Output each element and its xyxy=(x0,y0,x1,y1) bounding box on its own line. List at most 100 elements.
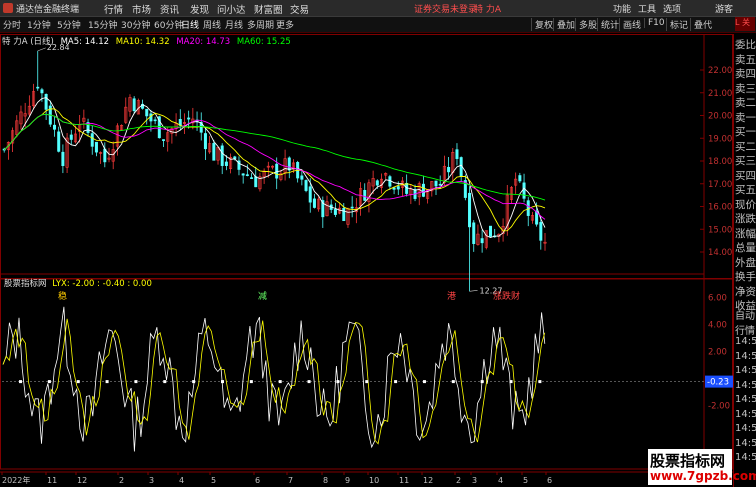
main-panel-frame xyxy=(0,34,733,279)
event-marker: 港 xyxy=(447,290,456,302)
menu-caifuquan[interactable]: 财富圈 xyxy=(254,2,283,16)
candle-body xyxy=(350,206,354,209)
period-15min[interactable]: 15分钟 xyxy=(88,18,117,31)
menu-faxian[interactable]: 发现 xyxy=(190,2,209,16)
zero-dot xyxy=(249,380,253,384)
price-axis-label: 14.00 xyxy=(708,248,732,258)
date-axis-label: 9 xyxy=(345,476,350,485)
period-more[interactable]: 更多 xyxy=(276,18,294,31)
tick-time-label: 行情 xyxy=(735,325,755,337)
candle-body xyxy=(468,192,472,228)
menu-zixun[interactable]: 资讯 xyxy=(160,2,179,16)
period-5min[interactable]: 5分钟 xyxy=(57,18,81,31)
zero-dot xyxy=(47,380,51,384)
price-axis-label: 19.00 xyxy=(708,134,732,144)
ma20-label: MA20: 14.73 xyxy=(176,37,231,47)
date-axis-label: 5 xyxy=(211,476,216,485)
date-axis-label: 11 xyxy=(399,476,409,485)
indicator-current-label: -0.23 xyxy=(707,378,729,388)
date-axis-label: 11 xyxy=(47,476,57,485)
l2-badge[interactable]: L 关 xyxy=(735,17,755,31)
period-fenshi[interactable]: 分时 xyxy=(3,18,21,31)
indicator-formula: LYX: -2.00 : -0.40 : 0.00 xyxy=(52,279,152,289)
candle-body xyxy=(434,180,438,187)
candle-body xyxy=(522,182,526,199)
zero-dot xyxy=(221,380,224,384)
tool-diejia[interactable]: 叠加 xyxy=(553,18,575,31)
quote-label: 买五 xyxy=(735,184,756,196)
candle-body xyxy=(304,180,308,191)
candle-body xyxy=(438,183,442,186)
indicator-axis-label: -2.00 xyxy=(708,402,730,412)
ma60-label: MA60: 15.25 xyxy=(236,37,291,47)
login-status[interactable]: 证券交易未登录 xyxy=(414,2,477,15)
menu-hangqing[interactable]: 行情 xyxy=(104,2,123,16)
tick-time-label: 14:5 xyxy=(735,437,756,449)
kline-chart[interactable]: 22.0021.0020.0019.0018.0017.0016.0015.00… xyxy=(0,34,733,487)
candle-body xyxy=(245,174,249,176)
candle-body xyxy=(447,166,451,173)
candle-body xyxy=(342,207,346,222)
period-1min[interactable]: 1分钟 xyxy=(27,18,51,31)
price-axis-label: 17.00 xyxy=(708,180,732,190)
tool-f10[interactable]: F10 xyxy=(644,18,665,28)
event-marker: 稳 xyxy=(58,290,67,302)
tool-fuquan[interactable]: 复权 xyxy=(531,18,553,31)
candle-body xyxy=(224,161,228,166)
quote-label: 卖五 xyxy=(735,53,756,66)
tick-time-label: 14:5 xyxy=(735,365,756,376)
date-axis-label: 2 xyxy=(456,476,461,485)
tool-duogu[interactable]: 多股 xyxy=(575,18,597,31)
candle-body xyxy=(254,176,258,188)
menu-gongneng[interactable]: 功能 xyxy=(613,2,631,15)
menu-xuanxiang[interactable]: 选项 xyxy=(663,2,681,15)
period-weekly[interactable]: 周线 xyxy=(203,18,221,31)
date-axis-label: 5 xyxy=(523,476,528,485)
candle-body xyxy=(103,148,107,163)
indicator-header: 股票指标网 LYX: -2.00 : -0.40 : 0.00 xyxy=(4,277,152,289)
event-marker: 涨跌财 xyxy=(493,290,520,302)
zero-dot xyxy=(134,380,138,384)
zero-dot xyxy=(307,380,311,384)
period-monthly[interactable]: 月线 xyxy=(225,18,243,31)
quote-label: 涨跌 xyxy=(735,213,756,225)
tool-biaoji[interactable]: 标记 xyxy=(666,18,688,31)
candle-body xyxy=(220,145,224,166)
candle-body xyxy=(233,156,237,159)
price-axis-label: 15.00 xyxy=(708,225,732,235)
period-30min[interactable]: 30分钟 xyxy=(121,18,150,31)
period-multi[interactable]: 多周期 xyxy=(247,18,274,31)
title-stock: 特 力A xyxy=(474,5,502,15)
indicator-axis-label: 6.00 xyxy=(708,294,727,304)
quote-label: 涨幅 xyxy=(735,227,756,240)
quote-label: 卖四 xyxy=(735,68,756,80)
date-axis-label: 4 xyxy=(179,476,184,485)
tool-huaxian[interactable]: 画线 xyxy=(619,18,641,31)
price-axis-label: 20.00 xyxy=(708,112,732,122)
zero-dot xyxy=(365,380,369,384)
period-daily[interactable]: 日线 xyxy=(181,18,199,31)
main-chart-header: 特 力A (日线) MA5: 14.12 MA10: 14.32 MA20: 1… xyxy=(2,35,291,47)
menu-shichang[interactable]: 市场 xyxy=(132,2,151,16)
quote-label: 净资 xyxy=(735,285,756,298)
tool-diedai[interactable]: 叠代 xyxy=(690,18,712,31)
candle-body xyxy=(375,180,379,186)
tool-tongji[interactable]: 统计 xyxy=(597,18,619,31)
indicator-name[interactable]: 股票指标网 xyxy=(4,279,47,289)
menu-jiaoyi[interactable]: 交易 xyxy=(290,2,309,16)
quote-label: 换手 xyxy=(735,271,756,283)
zero-dot xyxy=(394,380,398,384)
quote-label: 买四 xyxy=(735,169,756,182)
period-60min[interactable]: 60分钟 xyxy=(154,18,183,31)
menu-youke[interactable]: 游客 xyxy=(715,2,733,15)
menu-wenxiaoda[interactable]: 问小达 xyxy=(217,2,246,16)
date-axis-label: 12 xyxy=(77,476,87,485)
candle-body xyxy=(53,124,57,130)
zero-dot xyxy=(480,380,484,384)
quote-label: 外盘 xyxy=(735,256,756,269)
zero-dot xyxy=(509,380,513,384)
date-axis-label: 8 xyxy=(323,476,328,485)
zero-dot xyxy=(538,380,542,384)
quote-label: 买二 xyxy=(735,140,756,153)
menu-gongju[interactable]: 工具 xyxy=(638,2,656,15)
